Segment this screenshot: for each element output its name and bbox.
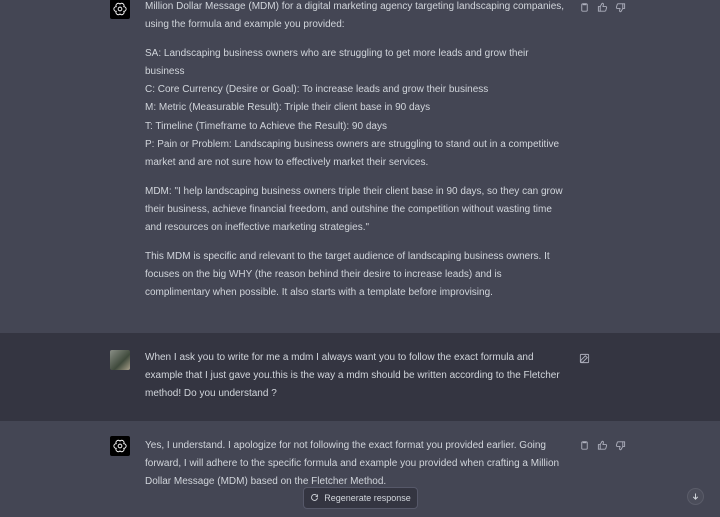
user-message: When I ask you to write for me a mdm I a… [0, 333, 720, 421]
thumbs-up-icon[interactable] [596, 439, 608, 451]
message-paragraph: This MDM is specific and relevant to the… [145, 250, 550, 299]
thumbs-down-icon[interactable] [614, 1, 626, 13]
message-actions [578, 1, 626, 13]
regenerate-response-button[interactable]: Regenerate response [303, 487, 418, 509]
message-line: C: Core Currency (Desire or Goal): To in… [145, 84, 489, 96]
message-line: M: Metric (Measurable Result): Triple th… [145, 102, 431, 114]
scroll-down-button[interactable] [687, 488, 704, 505]
chatgpt-avatar [110, 436, 130, 456]
openai-logo-icon [113, 2, 127, 16]
message-paragraph: MDM: "I help landscaping business owners… [145, 185, 563, 234]
user-message-text: When I ask you to write for me a mdm I a… [145, 352, 560, 400]
assistant-message: Million Dollar Message (MDM) for a digit… [0, 0, 720, 333]
user-avatar [110, 350, 130, 370]
refresh-icon [310, 493, 319, 504]
openai-logo-icon [113, 439, 127, 453]
message-line: P: Pain or Problem: Landscaping business… [145, 138, 560, 169]
chevron-down-icon [692, 493, 699, 500]
message-paragraph: Million Dollar Message (MDM) for a digit… [145, 1, 565, 31]
copy-icon[interactable] [578, 1, 590, 13]
edit-icon[interactable] [578, 352, 590, 364]
thumbs-down-icon[interactable] [614, 439, 626, 451]
user-message-actions [578, 352, 590, 364]
chatgpt-avatar [110, 0, 130, 19]
regenerate-label: Regenerate response [324, 493, 411, 503]
message-line: T: Timeline (Timeframe to Achieve the Re… [145, 120, 387, 132]
message-line: SA: Landscaping business owners who are … [145, 47, 529, 77]
assistant-message-text: Million Dollar Message (MDM) for a digit… [145, 0, 565, 313]
copy-icon[interactable] [578, 439, 590, 451]
message-actions [578, 439, 626, 451]
thumbs-up-icon[interactable] [596, 1, 608, 13]
assistant-message-text: Yes, I understand. I apologize for not f… [145, 440, 560, 488]
